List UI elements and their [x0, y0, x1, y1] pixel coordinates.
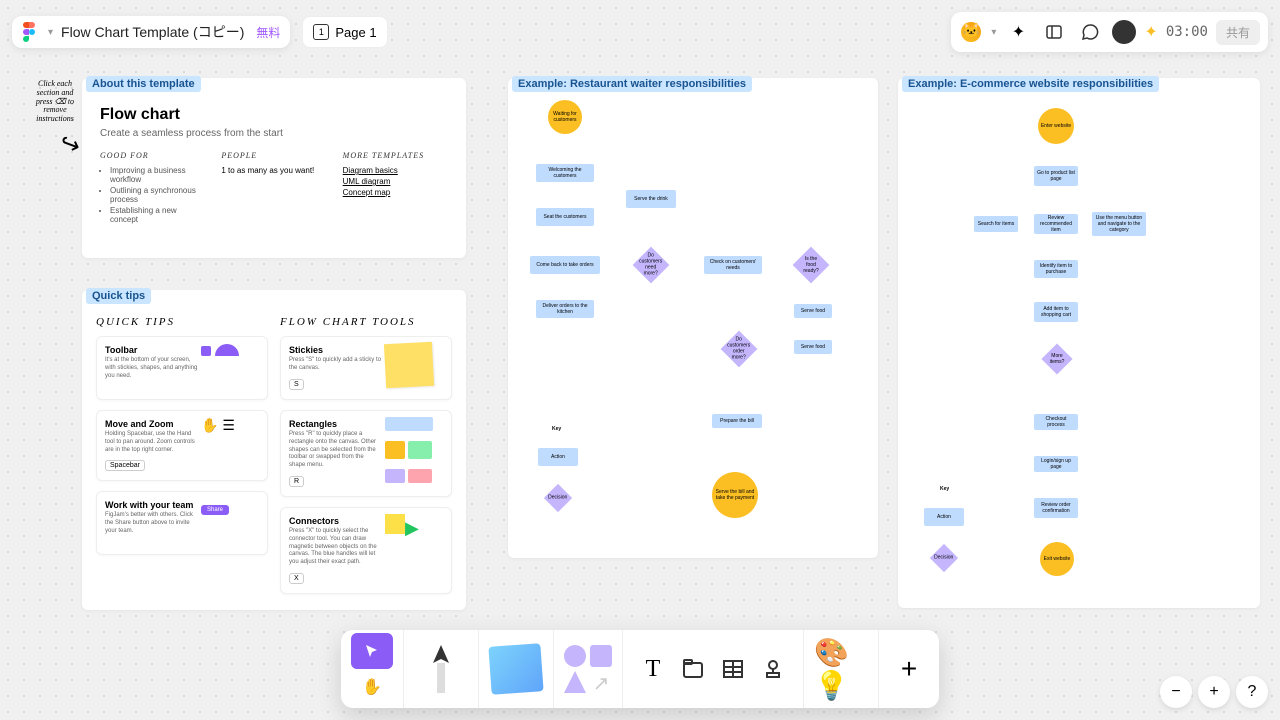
select-tool[interactable] — [351, 633, 393, 669]
good-for-list: Improving a business workflow Outlining … — [100, 166, 205, 224]
sticky-tool[interactable] — [489, 642, 543, 696]
help-button[interactable]: ? — [1236, 676, 1268, 708]
flow-restaurant[interactable]: Example: Restaurant waiter responsibilit… — [508, 78, 878, 558]
frame-label: About this template — [86, 76, 201, 92]
figma-icon[interactable] — [22, 23, 40, 41]
canvas[interactable]: Click each section and press ⌫ to remove… — [0, 0, 1280, 720]
tip-rectangles: Rectangles Press "R" to quickly place a … — [280, 410, 452, 497]
shapes-tool[interactable]: ↗ — [564, 645, 612, 693]
doc-title[interactable]: Flow Chart Template (コピー) — [61, 22, 244, 42]
table-tool[interactable] — [713, 649, 753, 689]
zoom-in-button[interactable]: + — [1198, 676, 1230, 708]
stamp-tool[interactable] — [753, 649, 793, 689]
about-frame[interactable]: About this template Flow chart Create a … — [82, 78, 466, 258]
chevron-down-icon[interactable]: ▾ — [48, 27, 53, 38]
about-title: Flow chart — [100, 106, 448, 124]
section-tool[interactable] — [673, 649, 713, 689]
hint-arrow-icon: ↪ — [56, 127, 85, 161]
frame-label: Example: Restaurant waiter responsibilit… — [512, 76, 752, 92]
top-right-controls: 🐱 ▾ ✦ ✦ 03:00 共有 — [951, 12, 1268, 52]
flow-ecommerce[interactable]: Example: E-commerce website responsibili… — [898, 78, 1260, 608]
text-tool[interactable]: T — [633, 649, 673, 689]
frame-label: Quick tips — [86, 288, 151, 304]
tip-connectors: Connectors Press "X" to quickly select t… — [280, 507, 452, 594]
presence-avatar[interactable] — [1112, 20, 1136, 44]
frame-label: Example: E-commerce website responsibili… — [902, 76, 1159, 92]
zoom-out-button[interactable]: − — [1160, 676, 1192, 708]
comment-icon[interactable] — [1076, 18, 1104, 46]
zoom-controls: − + ? — [1160, 676, 1268, 708]
tip-stickies: Stickies Press "S" to quickly add a stic… — [280, 336, 452, 400]
add-tool[interactable]: + — [889, 649, 929, 689]
bottom-toolbar: ✋ ↗ T 🎨💡 + — [341, 630, 939, 708]
free-badge: 無料 — [256, 24, 280, 41]
top-bar: ▾ Flow Chart Template (コピー) 無料 1 Page 1 … — [12, 12, 1268, 52]
hand-tool[interactable]: ✋ — [351, 669, 393, 705]
page-selector[interactable]: 1 Page 1 — [302, 16, 387, 48]
tip-team: Work with your team FigJam's better with… — [96, 491, 268, 555]
page-icon: 1 — [313, 24, 329, 40]
chevron-down-icon[interactable]: ▾ — [991, 27, 996, 38]
share-button[interactable]: 共有 — [1216, 20, 1260, 45]
tips-frame[interactable]: Quick tips Quick Tips Toolbar It's at th… — [82, 290, 466, 610]
tip-move: Move and Zoom Holding Spacebar, use the … — [96, 410, 268, 481]
panel-icon[interactable] — [1040, 18, 1068, 46]
hint-text: Click each section and press ⌫ to remove… — [30, 80, 80, 124]
doc-header[interactable]: ▾ Flow Chart Template (コピー) 無料 — [12, 16, 290, 48]
about-subtitle: Create a seamless process from the start — [100, 128, 448, 139]
sparkle-icon[interactable]: ✦ — [1004, 18, 1032, 46]
user-avatar[interactable]: 🐱 — [959, 20, 983, 44]
pen-tool[interactable] — [414, 642, 468, 696]
widgets-tool[interactable]: 🎨💡 — [814, 642, 868, 696]
tip-toolbar: Toolbar It's at the bottom of your scree… — [96, 336, 268, 400]
timer[interactable]: 03:00 — [1166, 24, 1208, 40]
